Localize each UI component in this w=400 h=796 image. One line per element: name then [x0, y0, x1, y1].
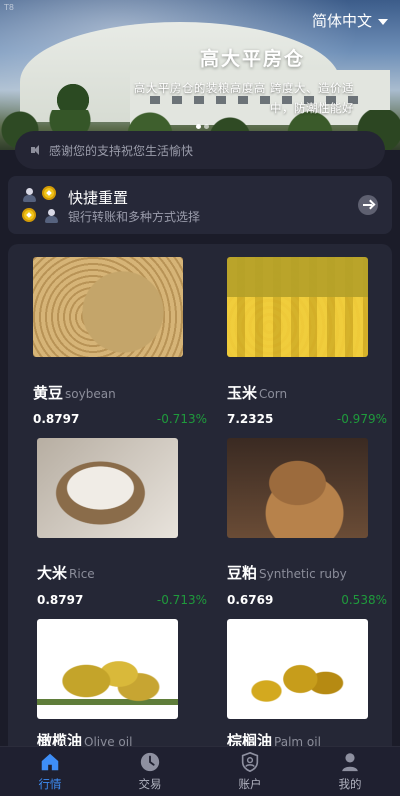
person-icon — [342, 753, 358, 772]
chevron-down-icon — [378, 18, 388, 25]
quick-recharge-card[interactable]: 快捷重置 银行转账和多种方式选择 — [8, 176, 392, 234]
tab-label: 交易 — [138, 777, 162, 791]
corn-image — [227, 257, 368, 357]
product-name: 豆粕 Synthetic ruby — [227, 562, 347, 583]
product-change: -0.713% — [156, 593, 207, 607]
person-icon-small — [22, 188, 36, 202]
product-change: 0.538% — [341, 593, 387, 607]
speaker-icon — [31, 145, 41, 155]
tab-label: 我的 — [338, 777, 362, 791]
quick-subtitle: 银行转账和多种方式选择 — [68, 210, 201, 224]
banner-dot-active[interactable] — [196, 124, 201, 129]
product-name: 黄豆 soybean — [33, 382, 116, 403]
product-name-cn: 豆粕 — [227, 564, 258, 582]
product-name-cn: 黄豆 — [33, 384, 64, 402]
tab-trade[interactable]: 交易 — [100, 747, 200, 796]
product-price: 0.8797 — [33, 412, 80, 426]
person-icon-small — [44, 209, 58, 223]
rice-image — [37, 438, 178, 538]
market-page: T8 高大平房仓 高大平房仓的装粮高度高 跨度大、造价适中，防潮性能好 简体中文… — [0, 0, 400, 796]
shield-user-icon — [241, 751, 259, 773]
product-name: 玉米 Corn — [227, 382, 287, 403]
product-change: -0.979% — [336, 412, 387, 426]
bottom-tab-bar: 行情 交易 账户 我的 — [0, 746, 400, 796]
product-name-cn: 玉米 — [227, 384, 258, 402]
product-card-soybean-meal[interactable]: 豆粕 Synthetic ruby 0.6769 0.538% — [227, 438, 387, 613]
product-price: 7.2325 — [227, 412, 274, 426]
tab-account[interactable]: 账户 — [200, 747, 300, 796]
tab-market[interactable]: 行情 — [0, 747, 100, 796]
product-card-corn[interactable]: 玉米 Corn 7.2325 -0.979% — [227, 257, 387, 432]
language-label: 简体中文 — [311, 12, 372, 30]
product-name-cn: 大米 — [37, 564, 68, 582]
product-name-en: Synthetic ruby — [259, 567, 347, 581]
coin-icon — [22, 208, 36, 222]
product-card-soybean[interactable]: 黄豆 soybean 0.8797 -0.713% — [33, 257, 207, 432]
home-icon — [41, 753, 59, 771]
soybean-image — [33, 257, 183, 357]
product-list: 黄豆 soybean 0.8797 -0.713% 玉米 Corn 7.2325 -… — [8, 244, 392, 796]
banner-dot[interactable] — [204, 124, 209, 129]
olive-oil-image — [37, 619, 178, 719]
notice-text: 感谢您的支持祝您生活愉快 — [49, 143, 194, 158]
arrow-right-icon[interactable] — [358, 195, 378, 215]
banner-pagination[interactable] — [196, 114, 216, 129]
product-name-en: Corn — [259, 387, 288, 401]
banner-corner-mark: T8 — [4, 3, 14, 12]
product-change: -0.713% — [156, 412, 207, 426]
tab-label: 账户 — [238, 777, 262, 791]
product-name-en: soybean — [65, 387, 116, 401]
product-name-en: Rice — [69, 567, 95, 581]
clock-icon — [140, 752, 160, 772]
product-card-rice[interactable]: 大米 Rice 0.8797 -0.713% — [37, 438, 207, 613]
product-price: 0.6769 — [227, 593, 274, 607]
palm-oil-image — [227, 619, 368, 719]
quick-title: 快捷重置 — [68, 189, 129, 207]
tab-label: 行情 — [38, 777, 62, 791]
soybean-meal-image — [227, 438, 368, 538]
coins-users-icon — [18, 184, 62, 228]
language-selector[interactable]: 简体中文 — [312, 10, 388, 31]
tab-profile[interactable]: 我的 — [300, 747, 400, 796]
product-price: 0.8797 — [37, 593, 84, 607]
product-name: 大米 Rice — [37, 562, 95, 583]
notice-bar[interactable]: 感谢您的支持祝您生活愉快 — [15, 131, 385, 169]
banner-title: 高大平房仓 — [200, 48, 306, 70]
banner-subtitle: 高大平房仓的装粮高度高 跨度大、造价适中，防潮性能好 — [133, 81, 354, 115]
coin-icon — [42, 186, 56, 200]
